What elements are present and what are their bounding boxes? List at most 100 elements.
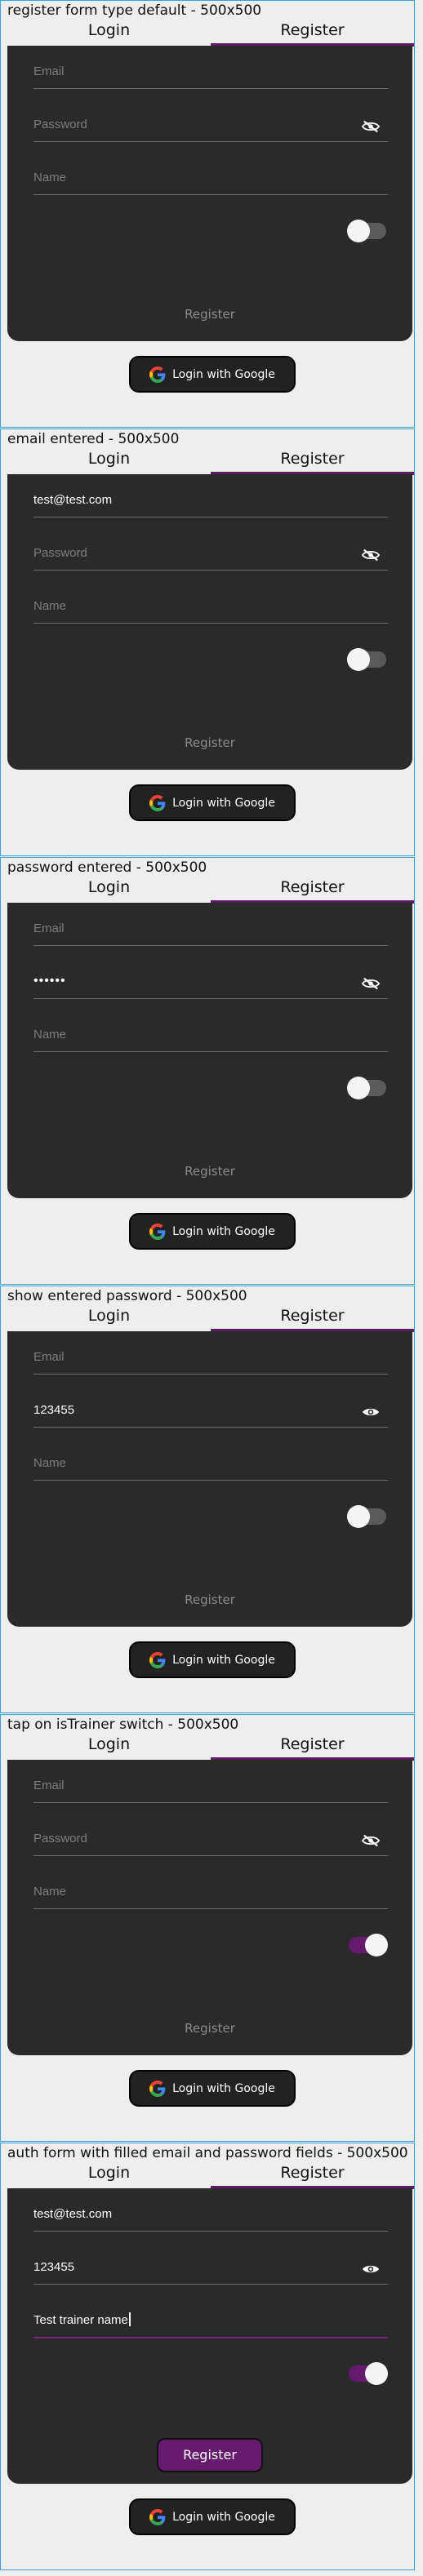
name-field[interactable]: Name — [33, 1015, 388, 1052]
trainer-switch[interactable] — [347, 217, 388, 242]
register-button[interactable]: Register — [173, 300, 247, 328]
name-text: Name — [33, 1885, 67, 1899]
name-text: Name — [33, 599, 67, 613]
tab-login-label: Login — [87, 878, 131, 896]
name-field[interactable]: Test trainer name — [33, 2301, 388, 2338]
password-field[interactable]: Password — [33, 534, 388, 571]
google-login-button[interactable]: Login with Google — [129, 784, 296, 821]
tab-register[interactable]: Register — [211, 1306, 414, 1332]
google-login-button[interactable]: Login with Google — [129, 2498, 296, 2535]
name-value: Test trainer name — [33, 2312, 131, 2327]
password-value: 123455 — [33, 1403, 75, 1417]
email-value: Email — [33, 1779, 65, 1792]
register-button[interactable]: Register — [173, 2014, 247, 2042]
tab-register-label: Register — [280, 21, 345, 39]
trainer-label: Are you a trainer? — [33, 1936, 118, 1948]
email-field[interactable]: Email — [33, 1766, 388, 1803]
google-login-label: Login with Google — [172, 367, 275, 381]
name-field[interactable]: Name — [33, 1872, 388, 1909]
register-button[interactable]: Register — [173, 1157, 247, 1185]
eye-off-icon[interactable] — [362, 977, 380, 990]
tab-login[interactable]: Login — [7, 449, 211, 475]
switch-thumb — [347, 1505, 370, 1528]
trainer-row: Are you a trainer? — [33, 1073, 388, 1100]
tab-register[interactable]: Register — [211, 877, 414, 904]
password-field[interactable]: 123455 — [33, 1391, 388, 1428]
tab-register-label: Register — [280, 1735, 345, 1753]
email-field[interactable]: test@test.com — [33, 2195, 388, 2232]
trainer-switch[interactable] — [347, 646, 388, 671]
switch-thumb — [365, 1934, 388, 1956]
tab-login[interactable]: Login — [7, 2163, 211, 2189]
name-value: Name — [33, 1885, 66, 1899]
trainer-switch[interactable] — [347, 1931, 388, 1956]
switch-thumb — [365, 2362, 388, 2385]
google-icon — [149, 366, 166, 383]
google-icon — [149, 2080, 166, 2097]
register-button[interactable]: Register — [173, 1586, 247, 1614]
trainer-label: Are you a trainer? — [33, 1508, 118, 1520]
password-value: •••••• — [33, 974, 66, 988]
email-field[interactable]: test@test.com — [33, 481, 388, 517]
eye-off-icon[interactable] — [362, 549, 380, 562]
password-field[interactable]: 123455 — [33, 2248, 388, 2285]
story-frame: email entered - 500x500 Login Register t… — [0, 429, 415, 856]
register-button[interactable]: Register — [157, 2438, 263, 2472]
google-login-button[interactable]: Login with Google — [129, 1641, 296, 1678]
auth-tabs: Login Register — [7, 877, 414, 904]
tab-register[interactable]: Register — [211, 449, 414, 475]
google-login-label: Login with Google — [172, 2081, 275, 2095]
trainer-switch[interactable] — [347, 1503, 388, 1528]
auth-tabs: Login Register — [7, 449, 414, 475]
eye-icon[interactable] — [362, 1406, 380, 1419]
tab-login[interactable]: Login — [7, 1306, 211, 1332]
tab-register[interactable]: Register — [211, 20, 414, 47]
frame-caption: tap on isTrainer switch - 500x500 — [7, 1717, 239, 1733]
tab-register[interactable]: Register — [211, 1734, 414, 1761]
tab-register[interactable]: Register — [211, 2163, 414, 2189]
trainer-row: Are you a trainer? — [33, 1930, 388, 1957]
switch-thumb — [347, 1077, 370, 1099]
email-field[interactable]: Email — [33, 52, 388, 89]
trainer-switch[interactable] — [347, 1074, 388, 1099]
name-field[interactable]: Name — [33, 1444, 388, 1481]
google-login-button[interactable]: Login with Google — [129, 1213, 296, 1250]
name-value: Name — [33, 599, 66, 613]
password-value: 123455 — [33, 2260, 75, 2274]
tab-login-label: Login — [87, 1735, 131, 1753]
tab-login[interactable]: Login — [7, 20, 211, 47]
password-field[interactable]: Password — [33, 1819, 388, 1856]
story-frame: password entered - 500x500 Login Registe… — [0, 857, 415, 1285]
name-field[interactable]: Name — [33, 587, 388, 624]
tab-login[interactable]: Login — [7, 877, 211, 904]
eye-off-icon[interactable] — [362, 120, 380, 133]
trainer-switch[interactable] — [347, 2360, 388, 2385]
google-icon — [149, 1223, 166, 1240]
google-login-button[interactable]: Login with Google — [129, 2070, 296, 2107]
trainer-row: Are you a trainer? — [33, 2358, 388, 2386]
google-login-label: Login with Google — [172, 796, 275, 810]
tab-login-label: Login — [87, 2164, 131, 2182]
tab-login-label: Login — [87, 450, 131, 468]
trainer-label: Are you a trainer? — [33, 651, 118, 663]
email-field[interactable]: Email — [33, 1338, 388, 1375]
name-value: Name — [33, 171, 66, 184]
name-value: Name — [33, 1028, 66, 1042]
eye-icon[interactable] — [362, 2263, 380, 2276]
register-button[interactable]: Register — [173, 729, 247, 757]
password-field[interactable]: •••••• — [33, 962, 388, 999]
password-value: Password — [33, 1832, 87, 1845]
name-field[interactable]: Name — [33, 158, 388, 195]
password-field[interactable]: Password — [33, 105, 388, 142]
tab-login[interactable]: Login — [7, 1734, 211, 1761]
google-login-button[interactable]: Login with Google — [129, 356, 296, 393]
email-field[interactable]: Email — [33, 909, 388, 946]
google-icon — [149, 1651, 166, 1668]
tab-register-label: Register — [280, 450, 345, 468]
register-card: Email Password Name Are you a trainer? R… — [7, 46, 412, 341]
switch-thumb — [347, 220, 370, 242]
google-login-label: Login with Google — [172, 1224, 275, 1238]
eye-off-icon[interactable] — [362, 1834, 380, 1847]
trainer-label: Are you a trainer? — [33, 1079, 118, 1091]
email-value: Email — [33, 1350, 65, 1364]
